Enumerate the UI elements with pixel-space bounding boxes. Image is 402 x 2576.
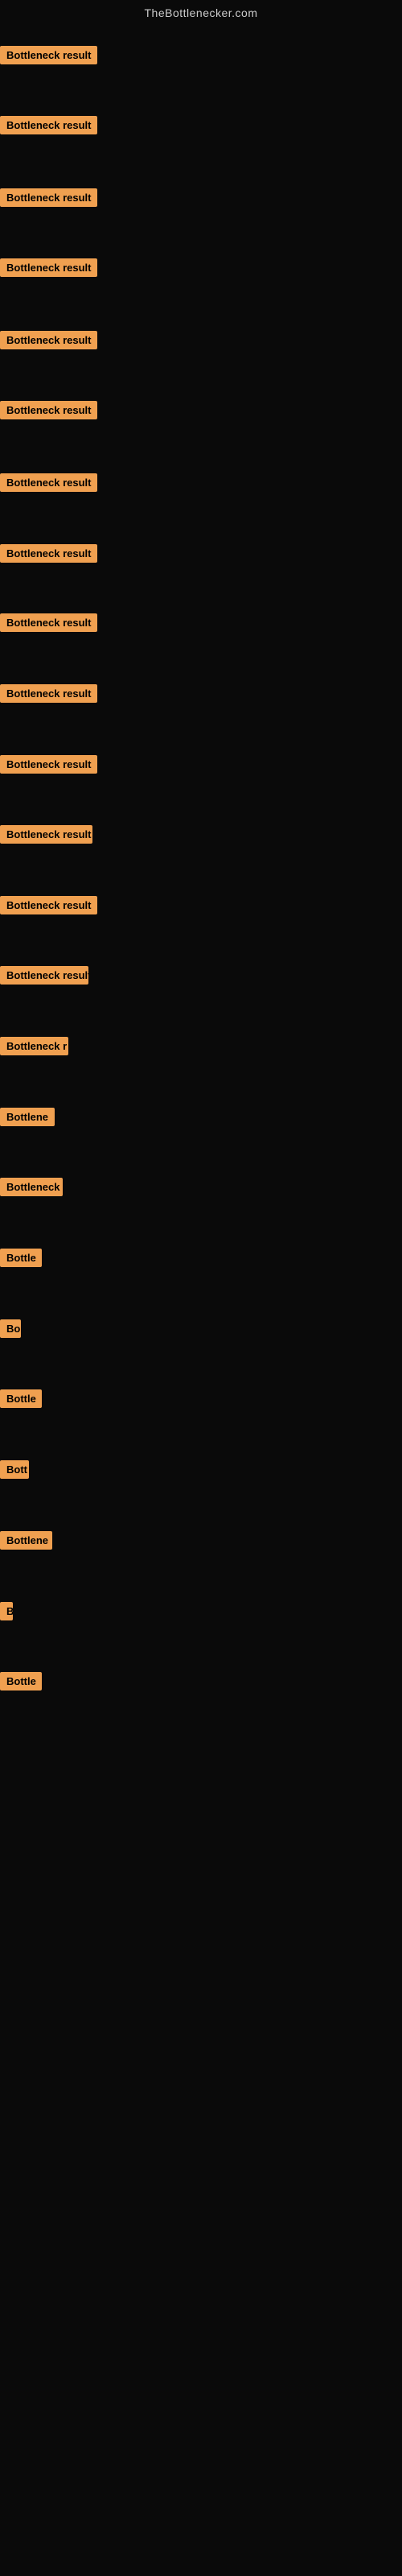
bottleneck-badge-9[interactable]: Bottleneck result bbox=[0, 613, 97, 632]
badge-container-21: Bott bbox=[0, 1460, 29, 1483]
bottleneck-badge-20[interactable]: Bottle bbox=[0, 1389, 42, 1408]
bottleneck-badge-8[interactable]: Bottleneck result bbox=[0, 544, 97, 563]
bottleneck-badge-24[interactable]: Bottle bbox=[0, 1672, 42, 1690]
badge-container-7: Bottleneck result bbox=[0, 473, 97, 496]
badge-container-11: Bottleneck result bbox=[0, 755, 97, 778]
bottleneck-badge-19[interactable]: Bo bbox=[0, 1319, 21, 1338]
bottleneck-badge-12[interactable]: Bottleneck result bbox=[0, 825, 92, 844]
bottleneck-badge-4[interactable]: Bottleneck result bbox=[0, 258, 97, 277]
badge-container-5: Bottleneck result bbox=[0, 331, 97, 353]
badge-container-14: Bottleneck result bbox=[0, 966, 88, 989]
badge-container-12: Bottleneck result bbox=[0, 825, 92, 848]
badge-container-2: Bottleneck result bbox=[0, 116, 97, 138]
badge-container-1: Bottleneck result bbox=[0, 46, 97, 68]
bottleneck-badge-1[interactable]: Bottleneck result bbox=[0, 46, 97, 64]
bottleneck-badge-3[interactable]: Bottleneck result bbox=[0, 188, 97, 207]
badge-container-6: Bottleneck result bbox=[0, 401, 97, 423]
badge-container-13: Bottleneck result bbox=[0, 896, 97, 919]
bottleneck-badge-7[interactable]: Bottleneck result bbox=[0, 473, 97, 492]
badge-container-10: Bottleneck result bbox=[0, 684, 97, 707]
badge-container-16: Bottlene bbox=[0, 1108, 55, 1130]
bottleneck-badge-11[interactable]: Bottleneck result bbox=[0, 755, 97, 774]
badge-container-19: Bo bbox=[0, 1319, 21, 1342]
bottleneck-badge-14[interactable]: Bottleneck result bbox=[0, 966, 88, 985]
badge-container-20: Bottle bbox=[0, 1389, 42, 1412]
badge-container-3: Bottleneck result bbox=[0, 188, 97, 211]
bottleneck-badge-21[interactable]: Bott bbox=[0, 1460, 29, 1479]
badge-container-15: Bottleneck r bbox=[0, 1037, 68, 1059]
bottleneck-badge-13[interactable]: Bottleneck result bbox=[0, 896, 97, 914]
bottleneck-badge-15[interactable]: Bottleneck r bbox=[0, 1037, 68, 1055]
badge-container-23: B bbox=[0, 1602, 13, 1624]
bottleneck-badge-6[interactable]: Bottleneck result bbox=[0, 401, 97, 419]
bottleneck-badge-10[interactable]: Bottleneck result bbox=[0, 684, 97, 703]
badge-container-8: Bottleneck result bbox=[0, 544, 97, 567]
bottleneck-badge-23[interactable]: B bbox=[0, 1602, 13, 1620]
badge-container-9: Bottleneck result bbox=[0, 613, 97, 636]
bottleneck-badge-5[interactable]: Bottleneck result bbox=[0, 331, 97, 349]
bottleneck-badge-16[interactable]: Bottlene bbox=[0, 1108, 55, 1126]
bottleneck-badge-17[interactable]: Bottleneck bbox=[0, 1178, 63, 1196]
badge-container-17: Bottleneck bbox=[0, 1178, 63, 1200]
bottleneck-badge-22[interactable]: Bottlene bbox=[0, 1531, 52, 1550]
site-title: TheBottlenecker.com bbox=[0, 0, 402, 26]
badge-container-4: Bottleneck result bbox=[0, 258, 97, 281]
badge-container-22: Bottlene bbox=[0, 1531, 52, 1554]
bottleneck-badge-2[interactable]: Bottleneck result bbox=[0, 116, 97, 134]
badge-container-18: Bottle bbox=[0, 1249, 42, 1271]
bottleneck-badge-18[interactable]: Bottle bbox=[0, 1249, 42, 1267]
badge-container-24: Bottle bbox=[0, 1672, 42, 1695]
